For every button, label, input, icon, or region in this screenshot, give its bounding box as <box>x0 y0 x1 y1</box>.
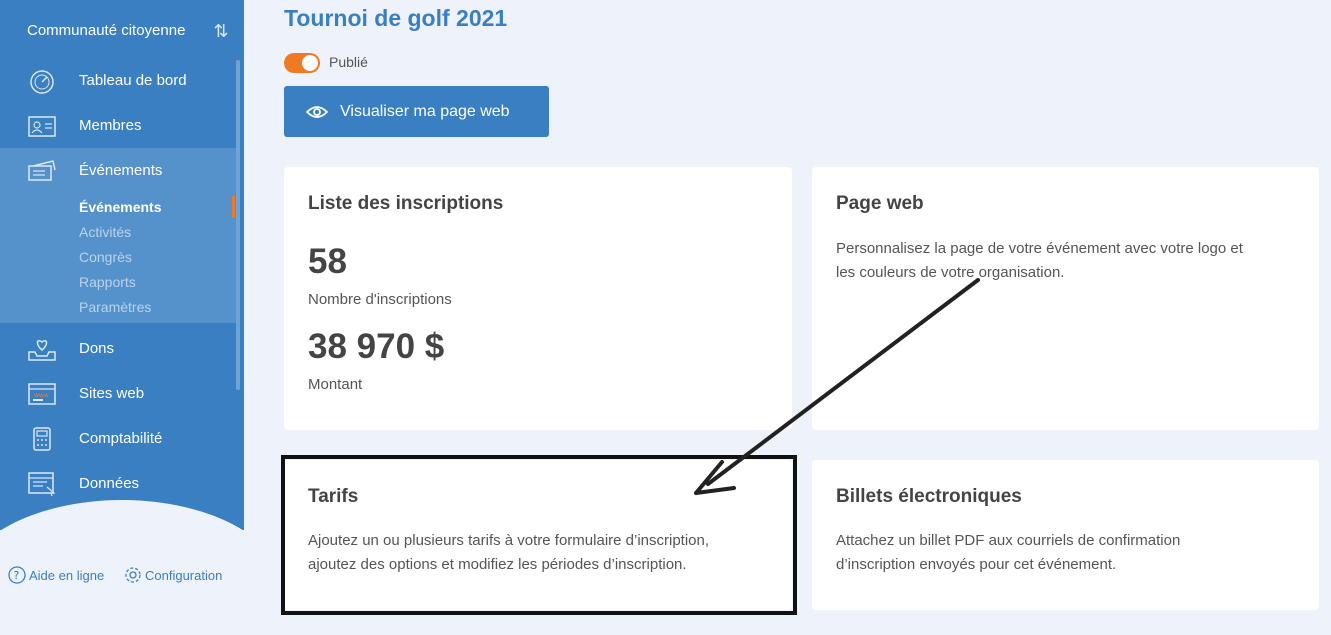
subnav-item-reports[interactable]: Rapports <box>79 274 136 290</box>
registrations-card[interactable]: Liste des inscriptions 58 Nombre d'inscr… <box>284 167 792 430</box>
sidebar-item-accounting[interactable]: Comptabilité <box>0 416 236 461</box>
sidebar-item-data[interactable]: Données <box>0 461 236 506</box>
sidebar-item-label: Données <box>79 475 140 492</box>
page-title: Tournoi de golf 2021 <box>284 5 508 31</box>
view-webpage-button[interactable]: Visualiser ma page web <box>284 86 549 137</box>
published-toggle[interactable] <box>284 53 320 73</box>
card-text-line: les couleurs de votre organisation. <box>836 264 1065 281</box>
card-text-line: d’inscription envoyés pour cet événement… <box>836 556 1117 573</box>
sidebar-item-members[interactable]: Membres <box>0 103 236 148</box>
help-label: Aide en ligne <box>29 567 105 583</box>
help-link[interactable]: ? Aide en ligne <box>8 566 104 584</box>
subnav-item-activities[interactable]: Activités <box>79 224 131 240</box>
registrations-count-label: Nombre d'inscriptions <box>308 291 452 308</box>
annotation-highlight-box <box>281 455 797 615</box>
sidebar-item-events[interactable]: Événements <box>0 148 236 193</box>
dashboard-gauge-icon <box>30 69 54 94</box>
sidebar-item-dashboard[interactable]: Tableau de bord <box>0 58 236 103</box>
tickets-icon <box>28 159 56 181</box>
website-icon: www <box>28 382 56 405</box>
registrations-amount-label: Montant <box>308 376 363 393</box>
sidebar-item-label: Dons <box>79 340 115 357</box>
sidebar-item-label: Comptabilité <box>79 430 163 447</box>
card-text-line: Attachez un billet PDF aux courriels de … <box>836 532 1181 549</box>
subnav-item-settings[interactable]: Paramètres <box>79 299 151 315</box>
tickets-card[interactable]: Billets électroniques Attachez un billet… <box>812 460 1319 610</box>
configuration-label: Configuration <box>145 567 223 583</box>
calculator-icon <box>33 426 51 451</box>
svg-text:www: www <box>34 392 49 399</box>
sidebar-item-label: Sites web <box>79 385 145 402</box>
gear-icon <box>125 567 141 583</box>
sidebar-scrollbar[interactable] <box>236 60 240 390</box>
sidebar-item-label: Membres <box>79 117 142 134</box>
subnav-item-events[interactable]: Événements <box>79 199 161 215</box>
published-label: Publié <box>329 54 368 70</box>
org-name[interactable]: Communauté citoyenne <box>27 22 185 39</box>
sidebar-item-websites[interactable]: www Sites web <box>0 371 236 416</box>
members-card-icon <box>28 115 56 137</box>
donation-heart-icon <box>28 339 56 361</box>
webpage-card[interactable]: Page web Personnalisez la page de votre … <box>812 167 1319 430</box>
svg-text:?: ? <box>14 569 20 582</box>
active-indicator <box>232 196 235 218</box>
sidebar-item-label: Événements <box>79 162 163 179</box>
help-circle-icon: ? <box>8 566 26 584</box>
sidebar: Communauté citoyenne ⇅ Tableau de bord M… <box>0 0 244 530</box>
subnav-item-congress[interactable]: Congrès <box>79 249 132 265</box>
data-report-icon <box>28 471 56 496</box>
card-title: Liste des inscriptions <box>308 193 504 214</box>
sidebar-item-label: Tableau de bord <box>79 72 187 89</box>
registrations-amount: 38 970 $ <box>308 327 445 366</box>
registrations-count: 58 <box>308 242 347 281</box>
card-title: Page web <box>836 193 924 214</box>
switch-org-icon[interactable]: ⇅ <box>211 20 231 42</box>
card-text-line: Personnalisez la page de votre événement… <box>836 240 1243 257</box>
sidebar-item-donations[interactable]: Dons <box>0 326 236 371</box>
card-title: Billets électroniques <box>836 486 1022 507</box>
view-webpage-label: Visualiser ma page web <box>340 102 510 120</box>
configuration-link[interactable]: Configuration <box>124 566 222 584</box>
eye-icon <box>306 105 328 118</box>
